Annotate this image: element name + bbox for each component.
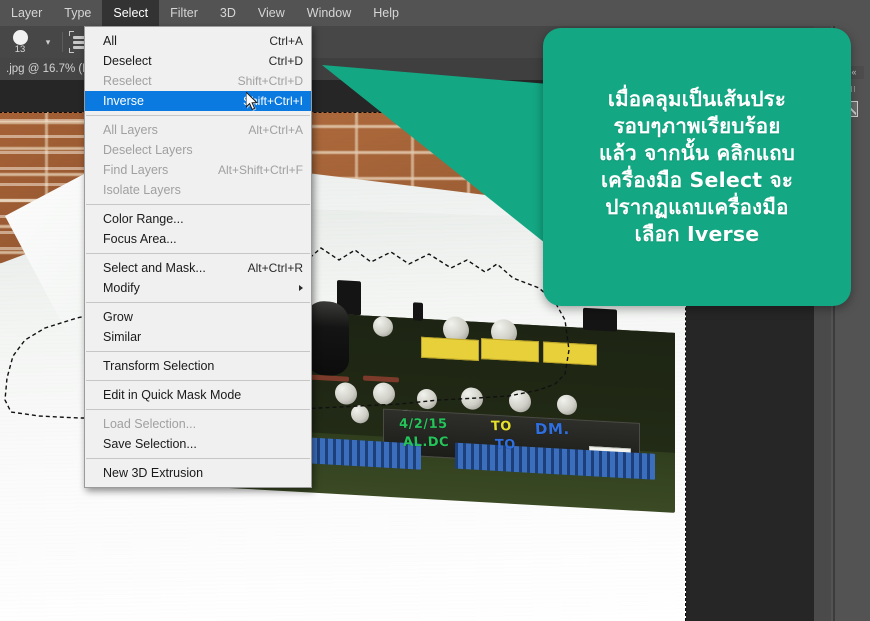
handwritten-mark: TO	[490, 419, 513, 435]
menu-window[interactable]: Window	[296, 0, 362, 26]
brush-preview[interactable]: 13	[0, 26, 40, 58]
menu-separator	[86, 409, 310, 410]
menu-item-label: New 3D Extrusion	[103, 466, 204, 480]
menu-item-label: Select and Mask...	[103, 261, 206, 275]
menu-item-save-selection[interactable]: Save Selection...	[85, 434, 311, 454]
menu-item-deselect[interactable]: Deselect Ctrl+D	[85, 51, 311, 71]
menu-item-deselect-layers: Deselect Layers	[85, 140, 311, 160]
handwritten-mark: DM.	[534, 419, 571, 439]
menu-item-modify[interactable]: Modify	[85, 278, 311, 298]
menu-type[interactable]: Type	[53, 0, 102, 26]
menu-item-similar[interactable]: Similar	[85, 327, 311, 347]
menu-layer[interactable]: Layer	[0, 0, 53, 26]
menu-item-reselect: Reselect Shift+Ctrl+D	[85, 71, 311, 91]
menu-item-shortcut: Shift+Ctrl+D	[237, 74, 303, 88]
menu-item-transform-selection[interactable]: Transform Selection	[85, 356, 311, 376]
menu-item-inverse[interactable]: Inverse Shift+Ctrl+I	[85, 91, 311, 111]
menu-item-edit-in-quick-mask-mode[interactable]: Edit in Quick Mask Mode	[85, 385, 311, 405]
menu-item-label: Isolate Layers	[103, 183, 181, 197]
handwritten-mark: AL.DC	[402, 434, 450, 451]
menu-item-shortcut: Ctrl+D	[268, 54, 303, 68]
menu-item-shortcut: Ctrl+A	[269, 34, 303, 48]
callout-bubble: เมื่อคลุมเป็นเส้นประ รอบๆภาพเรียบร้อย แล…	[543, 28, 851, 306]
capacitor	[351, 404, 369, 424]
menu-filter[interactable]: Filter	[159, 0, 209, 26]
menu-item-new-3d-extrusion[interactable]: New 3D Extrusion	[85, 463, 311, 483]
capacitor	[417, 388, 437, 410]
menu-separator	[86, 115, 310, 116]
menu-view[interactable]: View	[247, 0, 296, 26]
menu-separator	[86, 458, 310, 459]
menu-item-label: Grow	[103, 310, 133, 324]
yellow-label	[421, 336, 479, 361]
capacitor	[461, 386, 483, 411]
menu-item-label: Edit in Quick Mask Mode	[103, 388, 242, 402]
menu-item-shortcut: Alt+Ctrl+A	[248, 123, 303, 137]
menu-item-label: Reselect	[103, 74, 152, 88]
brush-dot-icon	[12, 30, 28, 45]
menu-select[interactable]: Select	[102, 0, 160, 26]
menu-item-shortcut: Shift+Ctrl+I	[242, 94, 303, 108]
menu-item-label: Load Selection...	[103, 417, 197, 431]
yellow-label	[543, 341, 597, 366]
capacitor	[557, 394, 577, 416]
capacitor	[335, 381, 357, 406]
menu-item-label: Inverse	[103, 94, 144, 108]
menu-item-label: Deselect	[103, 54, 152, 68]
menu-help[interactable]: Help	[362, 0, 410, 26]
menu-item-color-range[interactable]: Color Range...	[85, 209, 311, 229]
photoshop-window: Layer Type Select Filter 3D View Window Help 13…	[0, 0, 870, 621]
select-menu-dropdown[interactable]: All Ctrl+A Deselect Ctrl+D Reselect Shift+Ctr…	[84, 26, 312, 488]
menu-item-label: Save Selection...	[103, 437, 197, 451]
menu-3d[interactable]: 3D	[209, 0, 247, 26]
menu-separator	[86, 351, 310, 352]
document-tab[interactable]: .jpg @ 16.7% (R	[0, 58, 97, 80]
brush-size-label: 13	[14, 44, 26, 55]
handwritten-mark: TO	[494, 437, 517, 453]
menu-item-load-selection: Load Selection...	[85, 414, 311, 434]
capacitor	[373, 316, 393, 338]
menu-separator	[86, 204, 310, 205]
menu-separator	[86, 380, 310, 381]
menu-item-find-layers: Find Layers Alt+Shift+Ctrl+F	[85, 160, 311, 180]
mouse-pointer-icon	[246, 92, 258, 111]
callout-text: เมื่อคลุมเป็นเส้นประ รอบๆภาพเรียบร้อย แล…	[598, 86, 796, 247]
menu-separator	[86, 302, 310, 303]
menu-item-grow[interactable]: Grow	[85, 307, 311, 327]
handwritten-mark: 4/2/15	[398, 416, 449, 432]
menu-item-label: All Layers	[103, 123, 158, 137]
menu-item-shortcut: Alt+Ctrl+R	[247, 261, 303, 275]
menu-item-label: All	[103, 34, 117, 48]
menu-item-label: Find Layers	[103, 163, 169, 177]
chevron-down-icon[interactable]: ▾	[40, 37, 56, 48]
menu-item-label: Color Range...	[103, 212, 184, 226]
capacitor	[373, 382, 395, 406]
menu-separator	[86, 253, 310, 254]
capacitor	[509, 389, 531, 413]
menu-item-shortcut: Alt+Shift+Ctrl+F	[217, 163, 303, 177]
menu-item-label: Focus Area...	[103, 232, 177, 246]
toolbar-divider	[62, 32, 63, 52]
menu-bar: Layer Type Select Filter 3D View Window Help	[0, 0, 870, 26]
board-component	[413, 302, 423, 321]
menu-item-label: Deselect Layers	[103, 143, 193, 157]
menu-item-isolate-layers: Isolate Layers	[85, 180, 311, 200]
board-component	[583, 307, 617, 332]
menu-item-focus-area[interactable]: Focus Area...	[85, 229, 311, 249]
menu-item-label: Modify	[103, 281, 140, 295]
menu-item-select-and-mask[interactable]: Select and Mask... Alt+Ctrl+R	[85, 258, 311, 278]
menu-item-all[interactable]: All Ctrl+A	[85, 31, 311, 51]
menu-item-label: Transform Selection	[103, 359, 215, 373]
menu-item-all-layers: All Layers Alt+Ctrl+A	[85, 120, 311, 140]
menu-item-label: Similar	[103, 330, 142, 344]
submenu-arrow-icon	[299, 285, 303, 291]
yellow-label	[481, 338, 539, 363]
